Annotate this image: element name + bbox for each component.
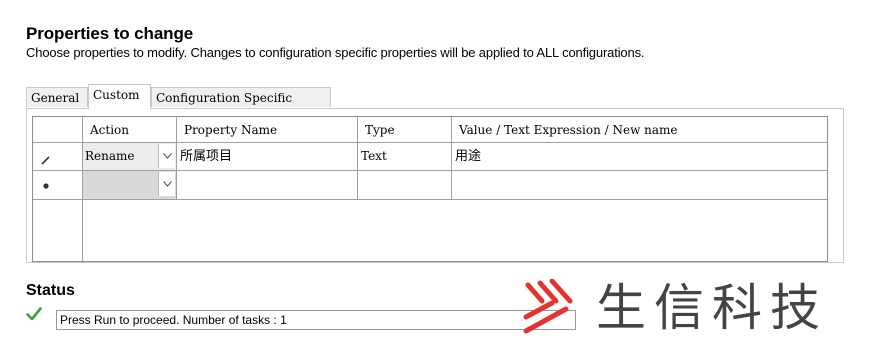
value-cell-new[interactable] [452, 171, 827, 200]
status-title: Status [26, 282, 75, 299]
property-name-cell-new[interactable] [177, 171, 358, 200]
pencil-icon [41, 156, 50, 165]
row-header-corner [33, 117, 83, 143]
tab-general[interactable]: General [26, 87, 88, 107]
column-header-action[interactable]: Action [83, 117, 177, 143]
tab-configuration-specific[interactable]: Configuration Specific [151, 87, 331, 107]
row-edit-indicator [33, 143, 83, 171]
new-row-asterisk-icon [43, 183, 49, 189]
property-name-cell[interactable]: 所属项目 [177, 143, 358, 171]
checkmark-icon [26, 307, 42, 321]
section-description: Choose properties to modify. Changes to … [26, 45, 645, 60]
grid-divider [82, 200, 83, 261]
tab-custom[interactable]: Custom [88, 84, 151, 109]
chevron-down-icon[interactable] [158, 144, 175, 168]
action-combo-new[interactable] [83, 171, 177, 200]
new-row-indicator [33, 171, 83, 200]
action-combo[interactable]: Rename [83, 143, 177, 171]
value-cell[interactable]: 用途 [452, 143, 827, 171]
status-message: Press Run to proceed. Number of tasks : … [56, 310, 576, 330]
column-header-type[interactable]: Type [358, 117, 452, 143]
type-cell[interactable]: Text [358, 143, 452, 171]
watermark-text: 生信科技 [596, 279, 828, 337]
type-cell-new[interactable] [358, 171, 452, 200]
chevron-down-icon[interactable] [158, 172, 175, 196]
logo-mark-icon [523, 279, 573, 334]
cropped-top-text [0, 0, 888, 6]
action-combo-value: Rename [85, 149, 135, 163]
column-header-property-name[interactable]: Property Name [177, 117, 358, 143]
section-title: Properties to change [26, 24, 194, 43]
properties-grid: Action Property Name Type Value / Text E… [32, 116, 828, 262]
watermark-logo: 生信科技 [522, 276, 868, 340]
column-header-value[interactable]: Value / Text Expression / New name [452, 117, 827, 143]
